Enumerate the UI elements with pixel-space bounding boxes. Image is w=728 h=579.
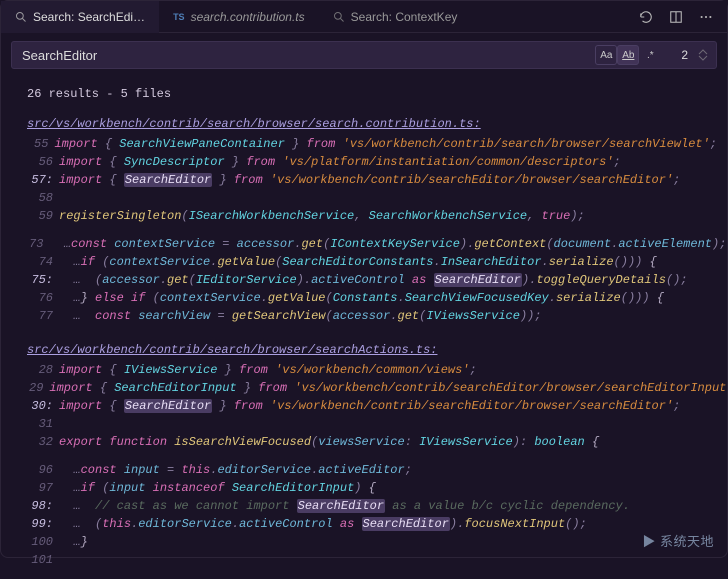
tab-label: Search: ContextKey [351,10,458,24]
match-case-toggle[interactable]: Aa [595,45,617,65]
tab-file[interactable]: TS search.contribution.ts [159,1,319,33]
match-count: 2 [665,48,698,62]
match-nav[interactable] [698,49,716,61]
code-line[interactable]: 56import { SyncDescriptor } from 'vs/pla… [29,153,717,171]
code-line[interactable]: 57:import { SearchEditor } from 'vs/work… [29,171,717,189]
results-panel: 26 results - 5 files src/vs/workbench/co… [1,75,727,579]
search-options: Aa Ab .* [591,45,665,65]
watermark: ▶ 系统天地 [642,531,714,550]
tab-search-1[interactable]: Search: SearchEdi… [1,1,159,33]
results-summary: 26 results - 5 files [27,85,717,103]
code-line[interactable]: 99: … (this.editorService.activeControl … [29,515,717,533]
code-line[interactable]: 29import { SearchEditorInput } from 'vs/… [29,379,717,397]
code-line[interactable]: 96 …const input = this.editorService.act… [29,461,717,479]
code-line[interactable]: 74 …if (contextService.getValue(SearchEd… [29,253,717,271]
tab-label: search.contribution.ts [191,10,305,24]
code-line[interactable]: 97 …if (input instanceof SearchEditorInp… [29,479,717,497]
chevron-down-icon[interactable] [698,55,708,61]
editor-tabs: Search: SearchEdi… TS search.contributio… [1,1,727,33]
refresh-icon[interactable] [639,10,653,24]
tab-search-2[interactable]: Search: ContextKey [319,1,472,33]
code-line[interactable]: 77 … const searchView = getSearchView(ac… [29,307,717,325]
code-line[interactable]: 100 …} [29,533,717,551]
code-line[interactable]: 76 …} else if (contextService.getValue(C… [29,289,717,307]
whole-word-toggle[interactable]: Ab [617,45,639,65]
file-header[interactable]: src/vs/workbench/contrib/search/browser/… [27,115,717,133]
code-line[interactable]: 30:import { SearchEditor } from 'vs/work… [29,397,717,415]
code-line[interactable]: 101 [29,551,717,569]
tab-label: Search: SearchEdi… [33,10,145,24]
layout-icon[interactable] [669,10,683,24]
code-line[interactable]: 32export function isSearchViewFocused(vi… [29,433,717,451]
code-line[interactable]: 73 …const contextService = accessor.get(… [29,235,717,253]
tab-actions [625,10,727,24]
search-bar: Aa Ab .* 2 [11,41,717,69]
file-header[interactable]: src/vs/workbench/contrib/search/browser/… [27,341,717,359]
code-line[interactable]: 28import { IViewsService } from 'vs/work… [29,361,717,379]
code-line[interactable]: 75: … (accessor.get(IEditorService).acti… [29,271,717,289]
regex-toggle[interactable]: .* [639,45,661,65]
code-line[interactable]: 59registerSingleton(ISearchWorkbenchServ… [29,207,717,225]
more-icon[interactable] [699,10,713,24]
code-line[interactable]: 55import { SearchViewPaneContainer } fro… [29,135,717,153]
search-icon [333,11,345,23]
search-input[interactable] [12,48,591,63]
search-icon [15,11,27,23]
ts-icon: TS [173,12,185,22]
code-line[interactable]: 98: … // cast as we cannot import Search… [29,497,717,515]
code-line[interactable]: 58 [29,189,717,207]
code-line[interactable]: 31 [29,415,717,433]
